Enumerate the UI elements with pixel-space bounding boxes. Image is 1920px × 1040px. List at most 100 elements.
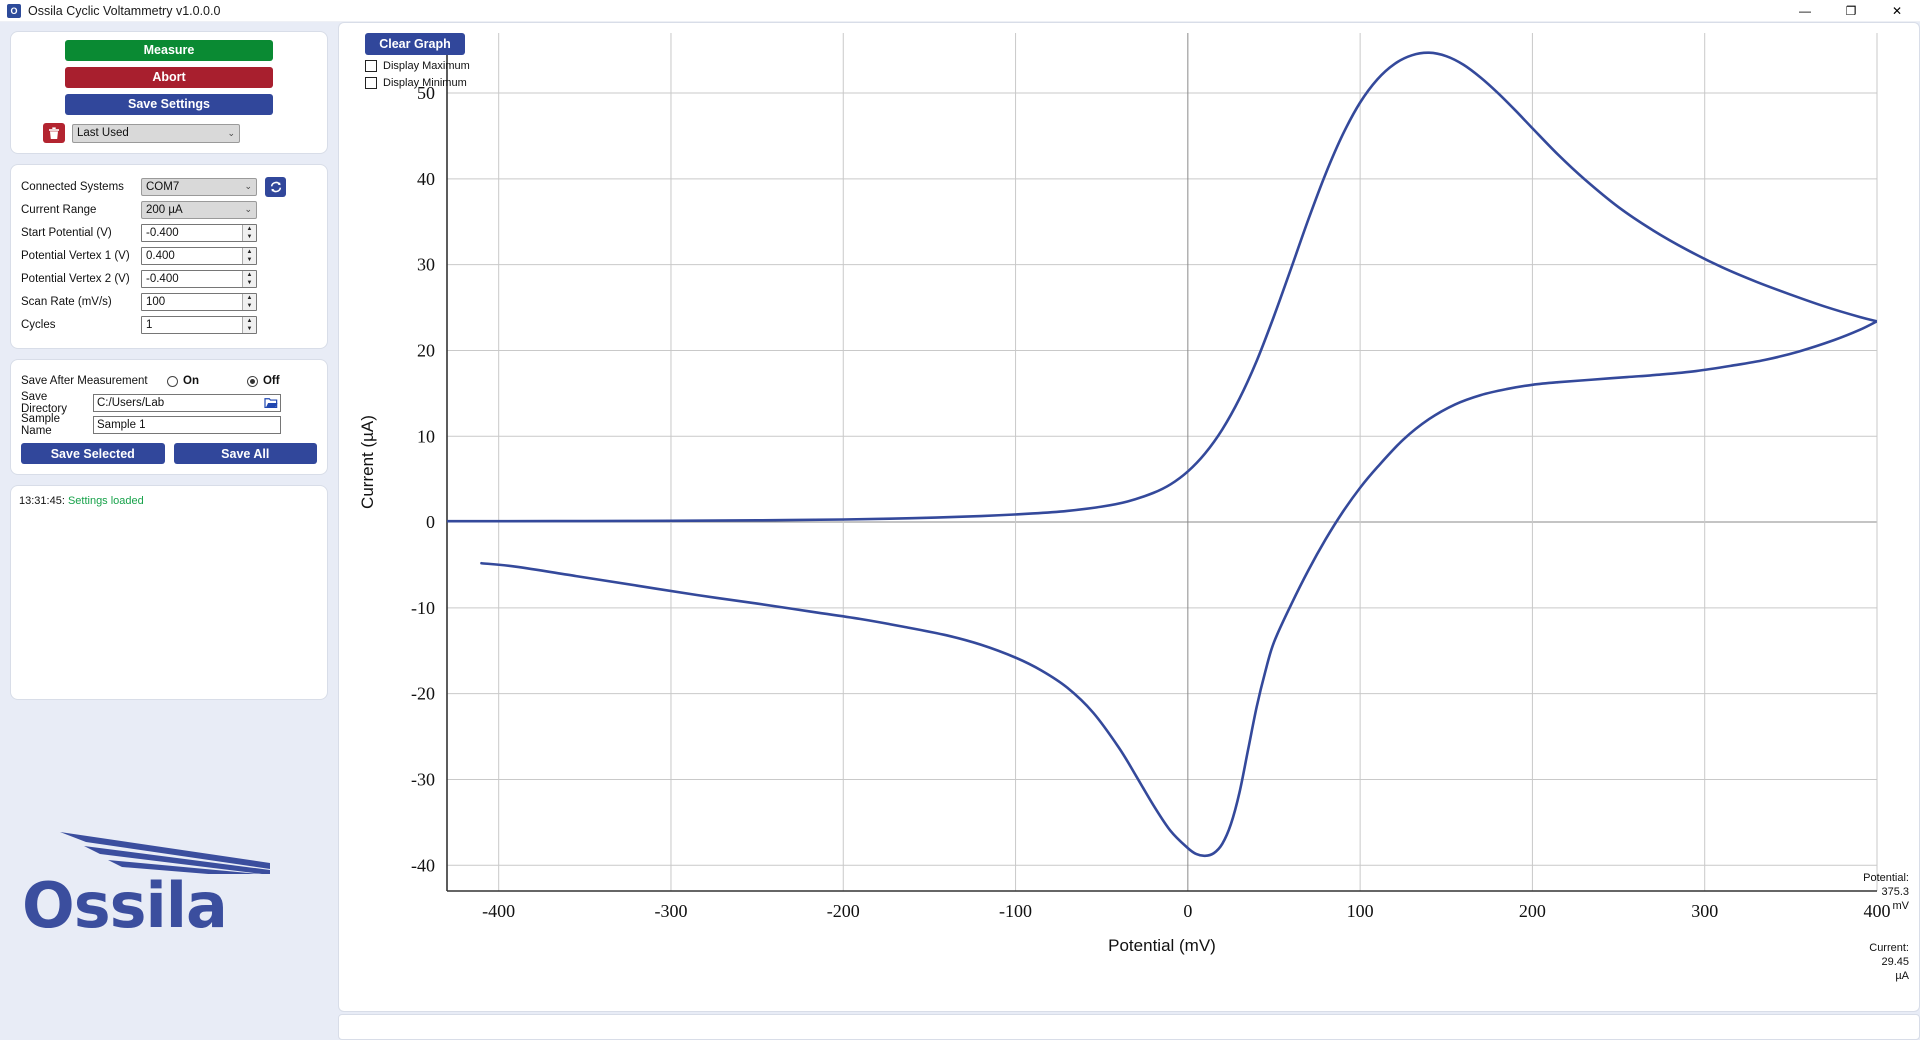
save-all-button[interactable]: Save All (173, 443, 317, 464)
scan-rate-label: Scan Rate (mV/s) (21, 295, 112, 308)
current-range-value: 200 µA (146, 203, 183, 216)
vertex-2-stepper[interactable]: ▲ ▼ (242, 270, 256, 287)
delete-preset-button[interactable] (43, 123, 65, 143)
vertex-1-stepper[interactable]: ▲ ▼ (242, 247, 256, 264)
param-row-start-potential: Start Potential (V) -0.400 ▲ ▼ (21, 221, 317, 244)
window-title: Ossila Cyclic Voltammetry v1.0.0.0 (28, 3, 221, 18)
display-minimum-checkbox[interactable]: Display Minimum (365, 77, 470, 89)
stepper-up-icon[interactable]: ▲ (243, 316, 256, 325)
save-after-on-label: On (183, 375, 199, 387)
actions-card: Measure Abort Save Settings Last Used ⌄ (10, 31, 328, 154)
clear-graph-button[interactable]: Clear Graph (365, 33, 465, 55)
start-potential-label: Start Potential (V) (21, 226, 112, 239)
save-after-measurement-label: Save After Measurement (21, 375, 148, 387)
abort-button[interactable]: Abort (65, 67, 273, 88)
sample-name-input[interactable]: Sample 1 (93, 416, 281, 434)
stepper-down-icon[interactable]: ▼ (243, 324, 256, 333)
readout-current-value: 29.45 (1881, 956, 1909, 968)
readout-potential-value: 375.3 (1881, 886, 1909, 898)
readout-potential-unit: mV (1892, 900, 1910, 912)
svg-text:100: 100 (1347, 901, 1374, 921)
stepper-down-icon[interactable]: ▼ (243, 232, 256, 241)
readout-current-label: Current: (1869, 942, 1909, 954)
svg-text:30: 30 (417, 255, 435, 275)
log-entry-time: 13:31:45: (19, 495, 65, 507)
stepper-up-icon[interactable]: ▲ (243, 224, 256, 233)
refresh-button[interactable] (265, 176, 286, 197)
save-card: Save After Measurement On Off Save Direc… (10, 359, 328, 475)
current-range-select[interactable]: 200 µA ⌄ (141, 200, 257, 219)
display-maximum-label: Display Maximum (383, 60, 470, 72)
ossila-wordmark: Ossila (22, 869, 228, 942)
close-icon[interactable]: ✕ (1874, 0, 1920, 22)
param-row-connected-systems: Connected Systems COM7 ⌄ (21, 175, 317, 198)
status-log-card[interactable]: 13:31:45: Settings loaded (10, 485, 328, 700)
save-directory-input[interactable]: C:/Users/Lab (93, 394, 281, 412)
preset-row: Last Used ⌄ (20, 123, 318, 143)
scan-rate-stepper[interactable]: ▲ ▼ (242, 293, 256, 310)
preset-select[interactable]: Last Used ⌄ (72, 123, 240, 143)
radio-on-icon (246, 375, 258, 387)
browse-directory-button[interactable] (263, 396, 278, 410)
svg-text:-400: -400 (482, 901, 515, 921)
maximize-icon[interactable]: ❐ (1828, 0, 1874, 22)
vertex-2-input[interactable]: -0.400 ▲ ▼ (141, 269, 257, 288)
cycles-stepper[interactable]: ▲ ▼ (242, 316, 256, 333)
svg-text:0: 0 (426, 512, 435, 532)
preset-select-value: Last Used (77, 127, 129, 139)
app-root: Measure Abort Save Settings Last Used ⌄ (0, 22, 1920, 1040)
save-after-on-radio[interactable]: On (167, 375, 199, 387)
scan-rate-input[interactable]: 100 ▲ ▼ (141, 292, 257, 311)
start-potential-value: -0.400 (146, 226, 179, 239)
cursor-readout: Potential: 375.3 mV Current: 29.45 µA (1839, 857, 1909, 997)
window-titlebar: O Ossila Cyclic Voltammetry v1.0.0.0 — ❐… (0, 0, 1920, 22)
ossila-swoosh-icon (60, 832, 270, 874)
minimize-icon[interactable]: — (1782, 0, 1828, 22)
display-minimum-label: Display Minimum (383, 77, 467, 89)
measure-button[interactable]: Measure (65, 40, 273, 61)
stepper-up-icon[interactable]: ▲ (243, 270, 256, 279)
svg-text:200: 200 (1519, 901, 1546, 921)
save-selected-button[interactable]: Save Selected (21, 443, 165, 464)
save-buttons-row: Save Selected Save All (21, 443, 317, 464)
cv-plot[interactable]: -40-30-20-1001020304050-400 -300 -200 -100 0… (339, 23, 1919, 1011)
start-potential-input[interactable]: -0.400 ▲ ▼ (141, 223, 257, 242)
readout-current-unit: µA (1895, 970, 1909, 982)
svg-text:40: 40 (417, 169, 435, 189)
svg-text:Potential (mV): Potential (mV) (1108, 936, 1216, 955)
sample-name-value: Sample 1 (97, 419, 146, 431)
checkbox-icon (365, 77, 377, 89)
svg-text:-40: -40 (411, 855, 435, 875)
param-row-vertex-1: Potential Vertex 1 (V) 0.400 ▲ ▼ (21, 244, 317, 267)
save-after-off-radio[interactable]: Off (246, 375, 280, 387)
svg-text:-20: -20 (411, 684, 435, 704)
trash-icon (49, 126, 59, 139)
param-row-vertex-2: Potential Vertex 2 (V) -0.400 ▲ ▼ (21, 267, 317, 290)
log-entry: 13:31:45: Settings loaded (19, 494, 319, 508)
chart-panel: -40 -30 -20 -10 0 10 20 30 40 50 -400 -300 -200 -100 0… (338, 22, 1920, 1012)
control-sidebar: Measure Abort Save Settings Last Used ⌄ (0, 22, 338, 1040)
svg-text:-30: -30 (411, 769, 435, 789)
stepper-down-icon[interactable]: ▼ (243, 301, 256, 310)
stepper-down-icon[interactable]: ▼ (243, 278, 256, 287)
chart-controls-overlay: Clear Graph Display Maximum Display Mini… (365, 33, 470, 89)
display-maximum-checkbox[interactable]: Display Maximum (365, 60, 470, 72)
stepper-up-icon[interactable]: ▲ (243, 293, 256, 302)
refresh-icon (270, 181, 281, 192)
connected-systems-select[interactable]: COM7 ⌄ (141, 177, 257, 196)
stepper-down-icon[interactable]: ▼ (243, 255, 256, 264)
sample-name-label: Sample Name (21, 413, 60, 437)
vertex-1-input[interactable]: 0.400 ▲ ▼ (141, 246, 257, 265)
param-row-current-range: Current Range 200 µA ⌄ (21, 198, 317, 221)
stepper-up-icon[interactable]: ▲ (243, 247, 256, 256)
svg-text:Current (µA): Current (µA) (358, 415, 377, 509)
save-after-measurement-row: Save After Measurement On Off (21, 370, 317, 392)
chevron-down-icon: ⌄ (227, 127, 235, 138)
vertex-2-label: Potential Vertex 2 (V) (21, 272, 130, 285)
cycles-input[interactable]: 1 ▲ ▼ (141, 315, 257, 334)
ossila-logo: Ossila (22, 830, 312, 938)
cycles-value: 1 (146, 318, 153, 331)
save-settings-button[interactable]: Save Settings (65, 94, 273, 115)
start-potential-stepper[interactable]: ▲ ▼ (242, 224, 256, 241)
svg-text:300: 300 (1691, 901, 1718, 921)
